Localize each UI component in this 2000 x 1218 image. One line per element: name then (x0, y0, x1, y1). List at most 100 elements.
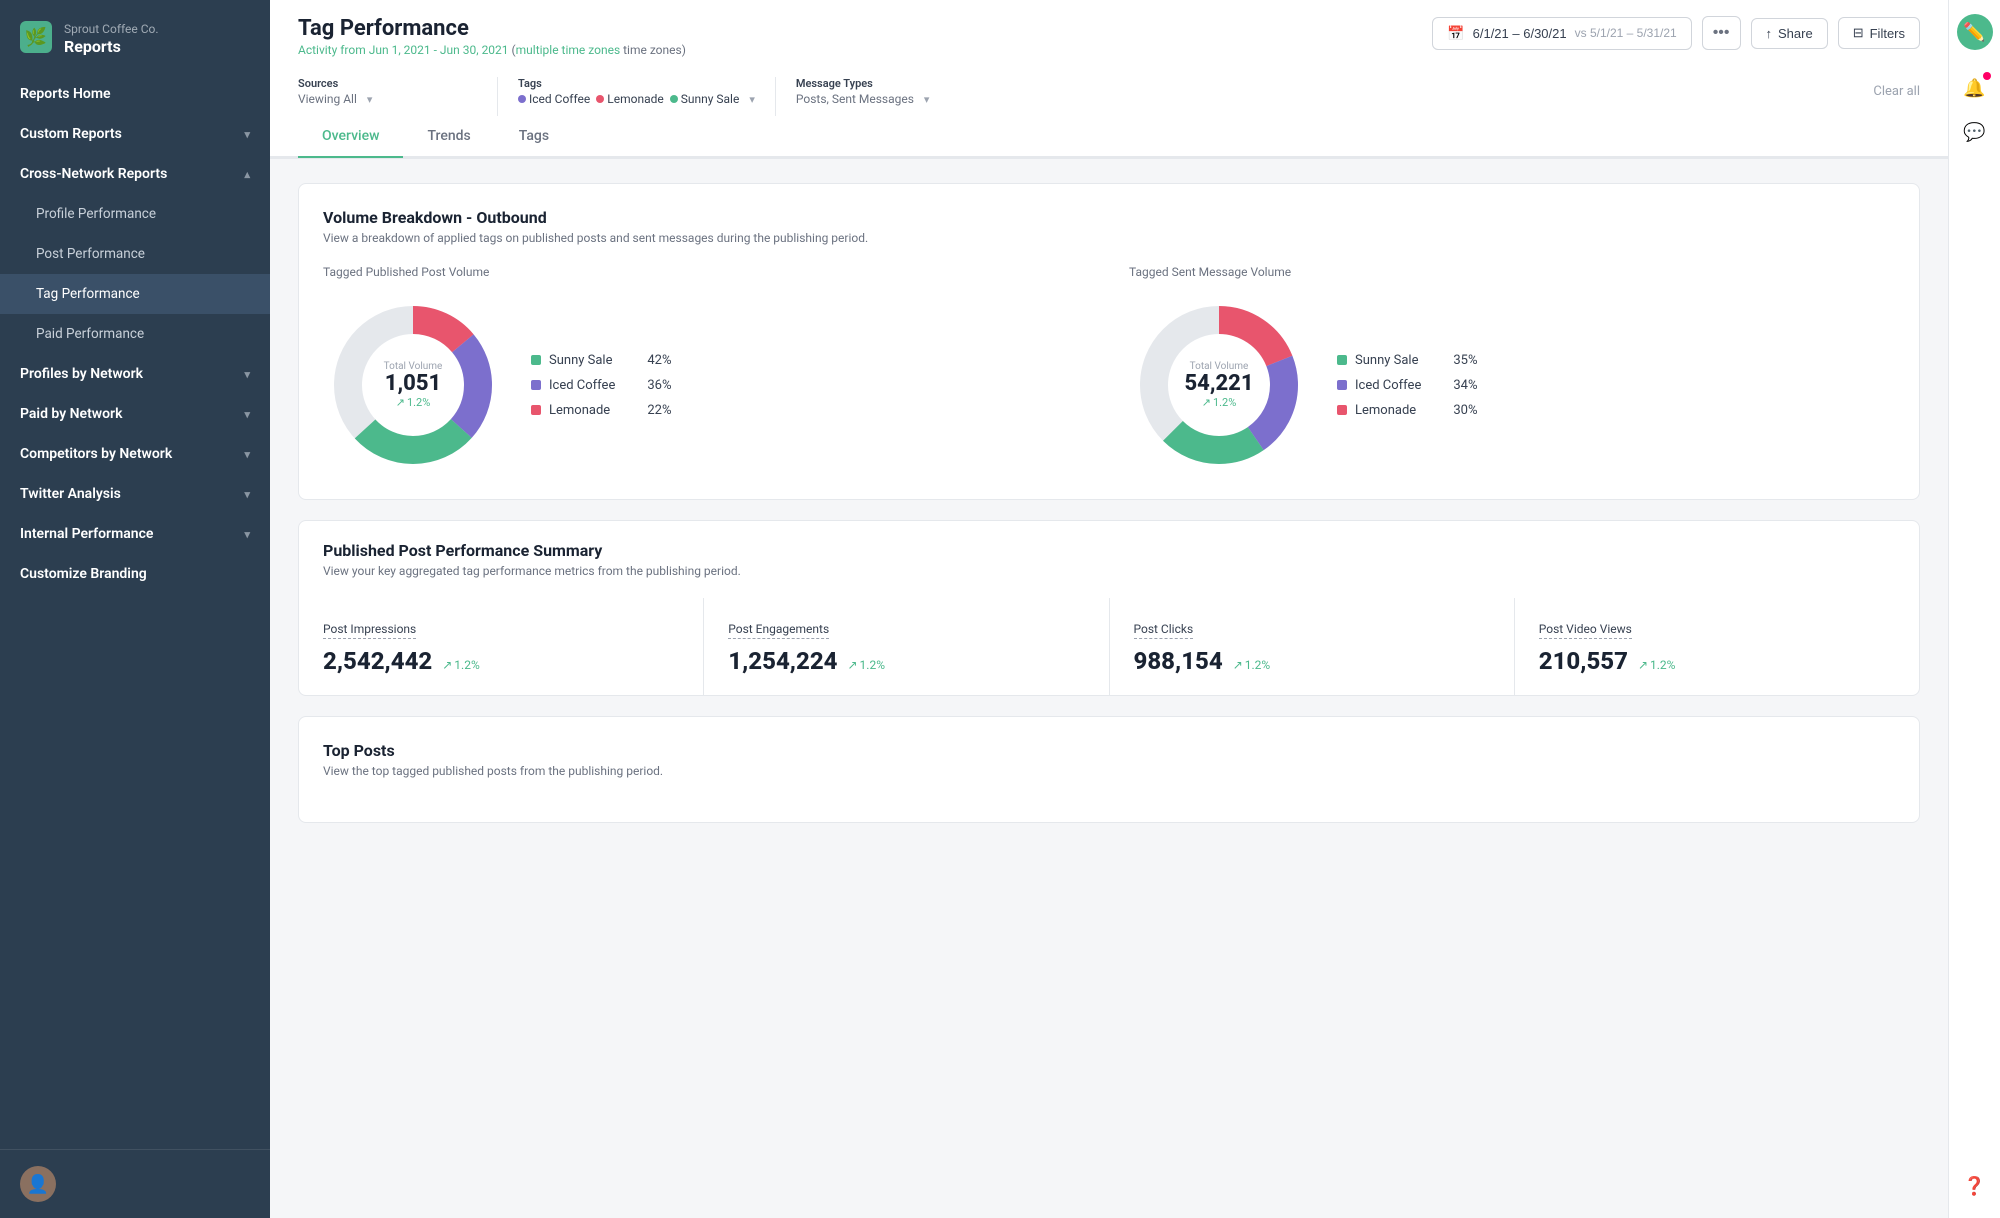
arrow-up-icon: ↗ (442, 658, 452, 672)
notifications-button[interactable]: 🔔 (1957, 70, 1993, 106)
filters-button[interactable]: ⊟ Filters (1838, 17, 1920, 49)
volume-breakdown-subtitle: View a breakdown of applied tags on publ… (323, 231, 1895, 245)
chevron-down-icon: ▾ (244, 488, 250, 501)
stat-impressions-change: ↗ 1.2% (442, 658, 480, 672)
stat-engagements-change: ↗ 1.2% (847, 658, 885, 672)
chevron-down-icon: ▾ (749, 93, 755, 106)
published-donut-center: Total Volume 1,051 ↗ 1.2% (384, 361, 443, 409)
arrow-up-icon: ↗ (1233, 658, 1243, 672)
sidebar-item-internal-performance[interactable]: Internal Performance ▾ (0, 514, 270, 554)
share-icon: ↑ (1766, 26, 1773, 41)
header-actions: 📅 6/1/21 – 6/30/21 vs 5/1/21 – 5/31/21 •… (1432, 16, 1920, 50)
date-range-button[interactable]: 📅 6/1/21 – 6/30/21 vs 5/1/21 – 5/31/21 (1432, 17, 1692, 50)
published-post-chart: Tagged Published Post Volume (323, 265, 1089, 475)
sources-filter-value: Viewing All ▾ (298, 92, 477, 106)
legend-dot-sunny-sale (1337, 355, 1347, 365)
sidebar-item-tag-performance[interactable]: Tag Performance (0, 274, 270, 314)
sidebar-item-customize-branding[interactable]: Customize Branding (0, 554, 270, 594)
legend-dot-lemonade (1337, 405, 1347, 415)
tag-chip-sunny-sale: Sunny Sale (670, 92, 740, 106)
legend-item-sunny-sale-sent: Sunny Sale 35% (1337, 353, 1477, 368)
sidebar-item-custom-reports[interactable]: Custom Reports ▾ (0, 114, 270, 154)
sidebar-item-profile-performance[interactable]: Profile Performance (0, 194, 270, 234)
share-button[interactable]: ↑ Share (1751, 18, 1828, 49)
top-posts-subtitle: View the top tagged published posts from… (323, 764, 1895, 778)
chevron-up-icon: ▴ (244, 168, 250, 181)
sidebar-item-post-performance[interactable]: Post Performance (0, 234, 270, 274)
arrow-up-icon: ↗ (1202, 396, 1211, 409)
sidebar-item-profiles-by-network[interactable]: Profiles by Network ▾ (0, 354, 270, 394)
post-performance-card: Published Post Performance Summary View … (298, 520, 1920, 696)
arrow-up-icon: ↗ (847, 658, 857, 672)
tab-tags[interactable]: Tags (495, 116, 573, 156)
legend-dot-iced-coffee (531, 380, 541, 390)
message-types-value: Posts, Sent Messages ▾ (796, 92, 976, 106)
sidebar-bottom: 👤 (0, 1149, 270, 1218)
stat-impressions-value: 2,542,442 (323, 647, 432, 675)
tabs-bar: Overview Trends Tags (270, 116, 1948, 158)
app-name: Reports (64, 37, 159, 56)
sidebar-item-paid-performance[interactable]: Paid Performance (0, 314, 270, 354)
sent-change: ↗ 1.2% (1184, 396, 1253, 409)
calendar-icon: 📅 (1447, 25, 1464, 42)
sidebar: 🌿 Sprout Coffee Co. Reports Reports Home… (0, 0, 270, 1218)
legend-dot-lemonade (531, 405, 541, 415)
tag-dot (596, 95, 604, 103)
chevron-down-icon: ▾ (244, 528, 250, 541)
stat-clicks-label: Post Clicks (1134, 622, 1194, 639)
post-performance-header: Published Post Performance Summary View … (299, 521, 1919, 578)
stat-post-impressions: Post Impressions 2,542,442 ↗ 1.2% (299, 598, 704, 695)
stat-video-views-change: ↗ 1.2% (1638, 658, 1676, 672)
stat-clicks-change: ↗ 1.2% (1233, 658, 1271, 672)
sidebar-item-paid-by-network[interactable]: Paid by Network ▾ (0, 394, 270, 434)
stat-video-views-value: 210,557 (1539, 647, 1628, 675)
tab-overview[interactable]: Overview (298, 116, 403, 156)
compose-button[interactable]: ✏️ (1957, 14, 1993, 50)
date-range-label: 6/1/21 – 6/30/21 (1473, 26, 1567, 41)
stats-row: Post Impressions 2,542,442 ↗ 1.2% Post E… (299, 598, 1919, 695)
main-content: Tag Performance Activity from Jun 1, 202… (270, 0, 1948, 1218)
more-options-button[interactable]: ••• (1702, 16, 1741, 50)
filters-bar: Sources Viewing All ▾ Tags Iced Coffee L… (298, 67, 1920, 116)
legend-item-iced-coffee: Iced Coffee 36% (531, 378, 671, 393)
chevron-down-icon: ▾ (367, 93, 373, 106)
avatar[interactable]: 👤 (20, 1166, 56, 1202)
sidebar-navigation: Reports Home Custom Reports ▾ Cross-Netw… (0, 70, 270, 1149)
sidebar-item-competitors-by-network[interactable]: Competitors by Network ▾ (0, 434, 270, 474)
sidebar-item-cross-network[interactable]: Cross-Network Reports ▴ (0, 154, 270, 194)
sidebar-item-twitter-analysis[interactable]: Twitter Analysis ▾ (0, 474, 270, 514)
sent-donut-wrap: Total Volume 54,221 ↗ 1.2% (1129, 295, 1309, 475)
timezone-link[interactable]: multiple time zones (516, 43, 621, 57)
page-header: Tag Performance Activity from Jun 1, 202… (270, 0, 1948, 159)
arrow-up-icon: ↗ (1638, 658, 1648, 672)
sent-chart-label: Tagged Sent Message Volume (1129, 265, 1895, 279)
sidebar-item-reports-home[interactable]: Reports Home (0, 74, 270, 114)
tags-filter-label: Tags (518, 77, 755, 90)
legend-item-lemonade-sent: Lemonade 30% (1337, 403, 1477, 418)
company-name: Sprout Coffee Co. (64, 22, 159, 36)
help-button[interactable]: ❓ (1957, 1168, 1993, 1204)
sent-donut-center: Total Volume 54,221 ↗ 1.2% (1184, 361, 1253, 409)
legend-item-sunny-sale: Sunny Sale 42% (531, 353, 671, 368)
chevron-down-icon: ▾ (244, 128, 250, 141)
clear-all-button[interactable]: Clear all (1873, 84, 1920, 109)
sent-total-value: 54,221 (1184, 372, 1253, 396)
tag-chip-lemonade: Lemonade (596, 92, 663, 106)
chevron-down-icon: ▾ (924, 93, 930, 106)
top-posts-card: Top Posts View the top tagged published … (298, 716, 1920, 823)
tags-filter-value: Iced Coffee Lemonade Sunny Sale ▾ (518, 92, 755, 106)
filter-icon: ⊟ (1853, 25, 1864, 41)
charts-row: Tagged Published Post Volume (323, 265, 1895, 475)
tab-trends[interactable]: Trends (403, 116, 494, 156)
messages-button[interactable]: 💬 (1957, 114, 1993, 150)
tags-filter[interactable]: Tags Iced Coffee Lemonade Sunny Sale ▾ (518, 77, 776, 116)
sidebar-brand: 🌿 Sprout Coffee Co. Reports (0, 0, 270, 70)
message-types-filter[interactable]: Message Types Posts, Sent Messages ▾ (796, 77, 996, 116)
published-legend: Sunny Sale 42% Iced Coffee 36% (531, 353, 671, 418)
icon-rail: ✏️ 🔔 💬 ❓ (1948, 0, 2000, 1218)
sources-filter[interactable]: Sources Viewing All ▾ (298, 77, 498, 116)
stat-engagements-label: Post Engagements (728, 622, 829, 639)
stat-post-video-views: Post Video Views 210,557 ↗ 1.2% (1515, 598, 1919, 695)
volume-breakdown-title: Volume Breakdown - Outbound (323, 208, 1895, 227)
brand-icon: 🌿 (20, 21, 52, 53)
